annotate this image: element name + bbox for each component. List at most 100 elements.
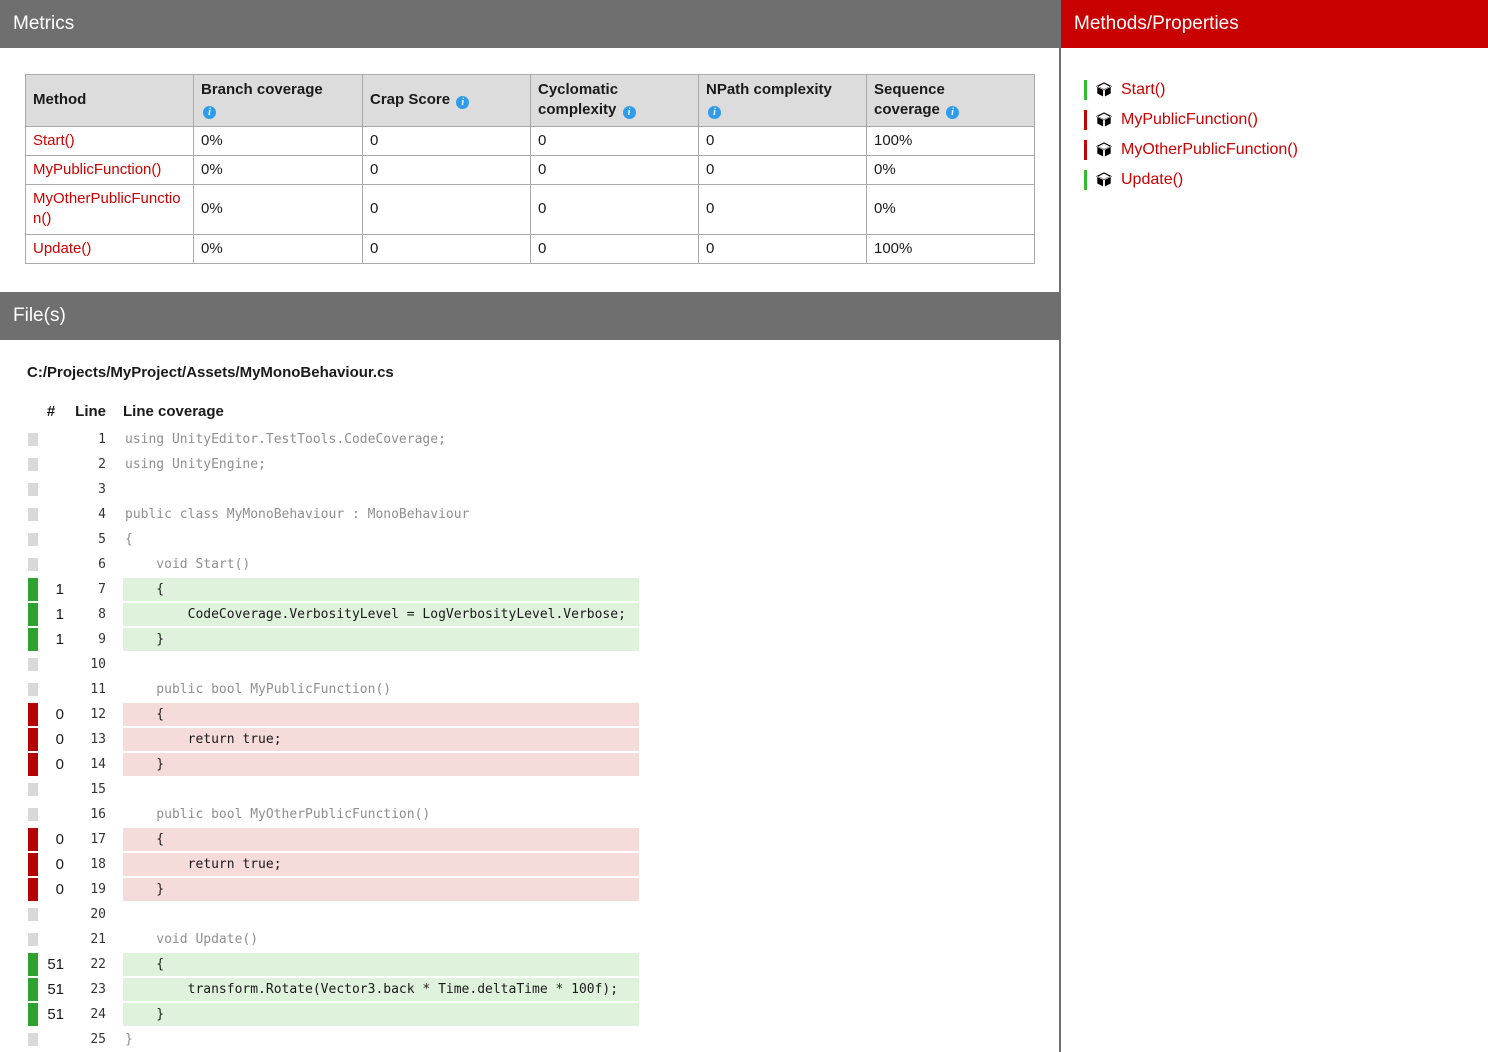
metrics-column-header: Crap Score i <box>363 75 531 127</box>
code-cell: using UnityEngine; <box>106 453 639 476</box>
coverage-indicator <box>28 728 38 751</box>
metric-value-cell: 0 <box>363 185 531 235</box>
file-path: C:/Projects/MyProject/Assets/MyMonoBehav… <box>27 364 1059 381</box>
method-link[interactable]: Update() <box>33 240 91 257</box>
line-number: 22 <box>64 957 106 972</box>
line-column-header: Line <box>64 403 106 420</box>
line-number: 13 <box>64 732 106 747</box>
sidebar-method-link[interactable]: Start() <box>1121 81 1165 99</box>
code-row: 2using UnityEngine; <box>28 452 1059 477</box>
info-icon[interactable]: i <box>203 106 216 119</box>
code-line-text: return true; <box>123 732 282 747</box>
metrics-row: Start()0%000100% <box>26 126 1035 155</box>
code-row: 017 { <box>28 827 1059 852</box>
code-line-background: } <box>123 628 639 651</box>
metric-value-cell: 0 <box>531 126 699 155</box>
code-line-text: } <box>123 1007 164 1022</box>
code-cell <box>106 653 639 676</box>
code-line-text: CodeCoverage.VerbosityLevel = LogVerbosi… <box>123 607 626 622</box>
visit-count: 51 <box>38 956 64 973</box>
metrics-table-container: MethodBranch coverageiCrap Score iCyclom… <box>25 74 1034 264</box>
line-number: 2 <box>64 457 106 472</box>
code-line-background: public class MyMonoBehaviour : MonoBehav… <box>123 503 639 526</box>
code-cell: { <box>106 528 639 551</box>
method-link[interactable]: MyPublicFunction() <box>33 161 161 178</box>
code-line-background <box>123 903 639 926</box>
metrics-row: MyOtherPublicFunction()0%0000% <box>26 185 1035 235</box>
code-line-text: { <box>123 707 164 722</box>
info-icon[interactable]: i <box>946 106 959 119</box>
sidebar-method-link[interactable]: MyPublicFunction() <box>1121 111 1258 129</box>
code-line-text: using UnityEditor.TestTools.CodeCoverage… <box>123 432 446 447</box>
metric-value-cell: 0 <box>699 185 867 235</box>
line-number: 15 <box>64 782 106 797</box>
code-cell: return true; <box>106 853 639 876</box>
code-cell: void Update() <box>106 928 639 951</box>
code-line-background <box>123 653 639 676</box>
coverage-indicator <box>28 558 38 571</box>
code-row: 013 return true; <box>28 727 1059 752</box>
metrics-column-header: Sequencecoverage i <box>867 75 1035 127</box>
metric-value-cell: 0% <box>194 185 363 235</box>
code-line-text: public class MyMonoBehaviour : MonoBehav… <box>123 507 469 522</box>
method-link[interactable]: MyOtherPublicFunction() <box>33 190 181 227</box>
line-number: 12 <box>64 707 106 722</box>
metrics-column-header: Cyclomaticcomplexity i <box>531 75 699 127</box>
visit-count: 1 <box>38 606 64 623</box>
visit-count: 0 <box>38 831 64 848</box>
method-cube-icon <box>1096 142 1112 158</box>
code-line-text: { <box>123 957 164 972</box>
code-row: 20 <box>28 902 1059 927</box>
code-line-text: } <box>123 632 164 647</box>
code-cell <box>106 903 639 926</box>
coverage-indicator <box>28 908 38 921</box>
code-row: 019 } <box>28 877 1059 902</box>
metrics-row: MyPublicFunction()0%0000% <box>26 155 1035 184</box>
sidebar-method-link[interactable]: Update() <box>1121 171 1183 189</box>
code-row: 014 } <box>28 752 1059 777</box>
code-cell: public bool MyPublicFunction() <box>106 678 639 701</box>
metric-value-cell: 0 <box>531 155 699 184</box>
methods-sidebar: Methods/Properties Start() MyPublicFuncti… <box>1061 0 1488 1052</box>
code-cell: CodeCoverage.VerbosityLevel = LogVerbosi… <box>106 603 639 626</box>
visit-count: 0 <box>38 756 64 773</box>
code-cell: } <box>106 1028 639 1051</box>
metric-value-cell: 0% <box>194 155 363 184</box>
code-cell: return true; <box>106 728 639 751</box>
hits-column-header: # <box>38 403 64 420</box>
sidebar-method-link[interactable]: MyOtherPublicFunction() <box>1121 141 1298 159</box>
methods-list: Start() MyPublicFunction() MyOtherPublicFu… <box>1061 48 1488 195</box>
metric-value-cell: 0 <box>531 234 699 263</box>
visit-count: 0 <box>38 881 64 898</box>
code-cell <box>106 478 639 501</box>
code-row: 16 public bool MyOtherPublicFunction() <box>28 802 1059 827</box>
info-icon[interactable]: i <box>456 96 469 109</box>
code-cell: using UnityEditor.TestTools.CodeCoverage… <box>106 428 639 451</box>
code-cell: public bool MyOtherPublicFunction() <box>106 803 639 826</box>
coverage-indicator <box>28 578 38 601</box>
code-row: 018 return true; <box>28 852 1059 877</box>
code-cell: } <box>106 753 639 776</box>
line-number: 1 <box>64 432 106 447</box>
code-cell: } <box>106 1003 639 1026</box>
line-number: 4 <box>64 507 106 522</box>
coverage-indicator <box>28 953 38 976</box>
line-number: 11 <box>64 682 106 697</box>
metric-value-cell: 0% <box>867 155 1035 184</box>
sidebar-header: Methods/Properties <box>1061 0 1488 48</box>
code-line-background: } <box>123 878 639 901</box>
info-icon[interactable]: i <box>708 106 721 119</box>
code-line-background: void Update() <box>123 928 639 951</box>
line-number: 18 <box>64 857 106 872</box>
metric-value-cell: 0 <box>699 155 867 184</box>
metric-value-cell: 0% <box>194 234 363 263</box>
coverage-status-bar <box>1084 110 1087 130</box>
info-icon[interactable]: i <box>623 106 636 119</box>
method-link[interactable]: Start() <box>33 132 75 149</box>
metrics-row: Update()0%000100% <box>26 234 1035 263</box>
line-number: 16 <box>64 807 106 822</box>
code-row: 19 } <box>28 627 1059 652</box>
line-number: 17 <box>64 832 106 847</box>
coverage-indicator <box>28 933 38 946</box>
files-section-header: File(s) <box>0 292 1059 340</box>
